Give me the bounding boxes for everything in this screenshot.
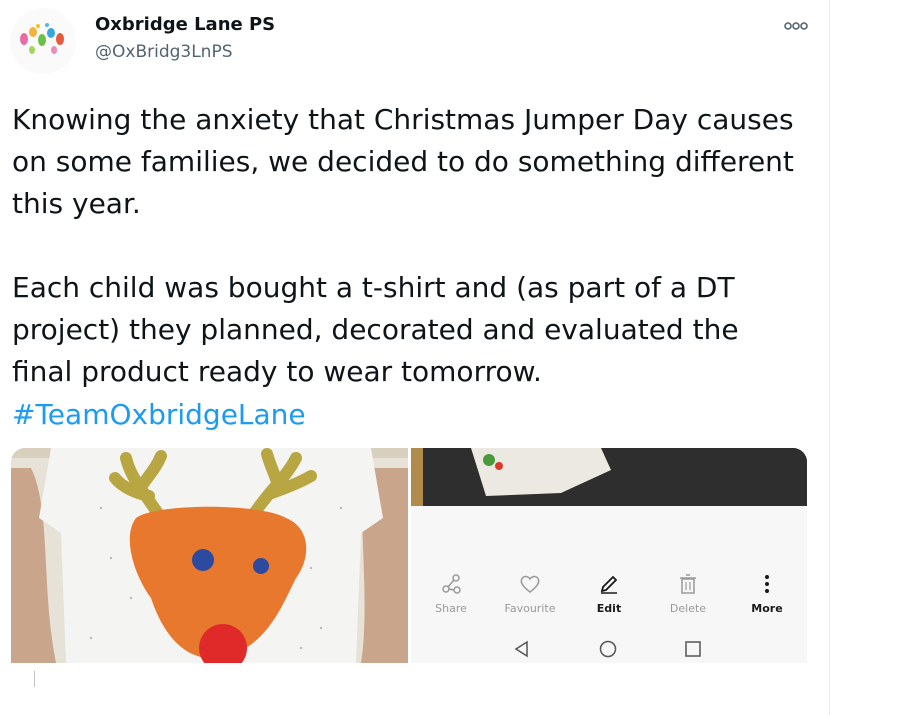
carpet-background: [411, 448, 807, 506]
phone-screenshot-photo[interactable]: Share Favourite Edit Delete More: [411, 448, 807, 663]
reindeer-tshirt-photo[interactable]: [11, 448, 408, 663]
text-cursor: [34, 671, 35, 687]
phone-more-label: More: [751, 602, 783, 615]
phone-delete-action: Delete: [653, 572, 723, 615]
phone-more-action: More: [732, 572, 802, 615]
tweet-text: Knowing the anxiety that Christmas Jumpe…: [12, 103, 794, 388]
timeline-divider: [829, 0, 830, 715]
avatar-logo-icon: [10, 8, 76, 74]
pencil-icon: [600, 575, 618, 594]
avatar[interactable]: [10, 8, 76, 74]
phone-share-label: Share: [435, 602, 467, 615]
phone-edit-action: Edit: [574, 572, 644, 615]
more-vertical-icon: [765, 575, 769, 593]
phone-edit-label: Edit: [596, 602, 622, 615]
home-icon: [599, 640, 617, 658]
tweet-media[interactable]: Share Favourite Edit Delete More: [11, 448, 807, 663]
trash-icon: [680, 574, 696, 594]
share-icon: [442, 574, 461, 594]
user-handle[interactable]: @OxBridg3LnPS: [95, 42, 233, 62]
phone-favourite-action: Favourite: [495, 572, 565, 615]
phone-share-action: Share: [416, 572, 486, 615]
more-horizontal-icon[interactable]: [783, 19, 809, 33]
back-icon: [514, 640, 528, 658]
hashtag-link[interactable]: #TeamOxbridgeLane: [12, 394, 306, 436]
phone-delete-label: Delete: [669, 602, 707, 615]
recents-icon: [685, 641, 701, 657]
heart-icon: [520, 575, 540, 593]
phone-favourite-label: Favourite: [504, 602, 556, 615]
display-name[interactable]: Oxbridge Lane PS: [95, 14, 275, 35]
